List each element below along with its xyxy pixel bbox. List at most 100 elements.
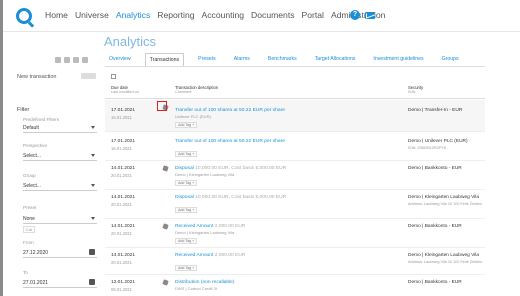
add-tag-button[interactable]: Add Tag + [175, 122, 198, 128]
preset-select[interactable]: None [23, 215, 97, 224]
nav-documents[interactable]: Documents [251, 10, 294, 20]
help-icon[interactable]: ? [350, 10, 360, 20]
row-modified-date: 20.01.2021 [111, 260, 132, 265]
chevron-down-icon [91, 126, 95, 129]
tab-transactions[interactable]: Transactions [144, 52, 185, 66]
row-modified-date: 20.01.2021 [111, 202, 132, 207]
row-date: 14.01.2021 [111, 253, 136, 258]
perspective-value: Select... [23, 153, 42, 159]
row-security: Demo | Bankkonto - EUR [408, 224, 462, 229]
row-comment: Demo | Kleingarten Laubweg Vila [175, 172, 235, 177]
nav-portal[interactable]: Portal [302, 10, 324, 20]
filter-label-group: Group [23, 173, 36, 178]
tab-alarms[interactable]: Alarms [230, 53, 254, 65]
row-modified-date: 20.01.2021 [111, 173, 132, 178]
column-header-security[interactable]: Security ISIN [408, 85, 423, 94]
tag-icon[interactable] [162, 279, 169, 286]
nav-accounting[interactable]: Accounting [202, 10, 245, 20]
filter-title: Filter [17, 107, 30, 113]
row-description-link[interactable]: Transfer out of 100 shares at 50.22 EUR … [175, 108, 285, 113]
row-security: Demo | Bankkonto - EUR [408, 166, 462, 171]
from-date-input[interactable]: 27.12.2020 [23, 249, 97, 258]
tab-target-allocations[interactable]: Target Allocations [311, 53, 360, 65]
nav-analytics[interactable]: Analytics [116, 10, 150, 20]
filter-label-perspective: Perspective [23, 143, 48, 148]
row-description-link[interactable]: Received Amount 2,000.00 EUR [175, 253, 245, 258]
tabs-divider [105, 66, 485, 67]
main-menu: Home Universe Analytics Reporting Accoun… [45, 10, 385, 20]
chevron-down-icon [91, 184, 95, 187]
tab-presets[interactable]: Presets [194, 53, 220, 65]
top-navigation: Home Universe Analytics Reporting Accoun… [3, 0, 520, 32]
to-label: To [23, 270, 28, 275]
settings-icon[interactable] [82, 57, 88, 63]
row-isin: ISIN: GB00B10RZP78 [408, 146, 446, 150]
chevron-down-icon [91, 217, 95, 220]
row-date: 12.01.2021 [111, 280, 136, 285]
row-description-link[interactable]: Received Amount 2,000.00 EUR [175, 224, 245, 229]
row-date: 14.01.2021 [111, 166, 136, 171]
tag-icon[interactable] [162, 165, 169, 172]
tab-benchmarks[interactable]: Benchmarks [264, 53, 301, 65]
row-modified-date: 16.01.2021 [111, 146, 132, 151]
chevron-down-icon [91, 154, 95, 157]
row-modified-date: 20.01.2021 [111, 231, 132, 236]
page-title: Analytics [104, 34, 157, 49]
predefined-filter-value: Default [23, 125, 39, 131]
grid-view-icon[interactable] [55, 57, 61, 63]
row-description-link[interactable]: Distribution (non recallable) [175, 280, 235, 285]
row-description-link[interactable]: Disposal 10,000.00 EUR, Cost basis 5,000… [175, 166, 286, 171]
add-tag-button[interactable]: Add Tag + [175, 151, 198, 157]
app-logo-icon[interactable] [16, 8, 32, 24]
add-tag-button[interactable]: Add Tag + [175, 207, 198, 213]
table-row[interactable]: 14.01.2021 20.01.2021 Received Amount 2,… [105, 220, 485, 248]
nav-universe[interactable]: Universe [75, 10, 109, 20]
from-date-value: 27.12.2020 [23, 250, 49, 256]
table-row[interactable]: 14.01.2021 20.01.2021 Disposal 10,000.00… [105, 191, 485, 219]
column-header-date[interactable]: Due date Last modified on [111, 85, 139, 94]
table-row[interactable]: 17.01.2021 16.01.2021 Transfer out of 10… [105, 133, 485, 161]
group-select[interactable]: Select... [23, 182, 97, 191]
print-icon[interactable] [64, 57, 70, 63]
row-security: Demo | Kleingarten Laubweg Vila [408, 195, 480, 200]
export-icon[interactable] [73, 57, 79, 63]
mail-icon[interactable] [365, 12, 375, 19]
new-transaction-label[interactable]: New transaction [17, 74, 56, 80]
filter-label-preset: Preset [23, 205, 37, 210]
row-description-link[interactable]: Disposal 10,000.00 EUR, Cost basis 5,000… [175, 195, 286, 200]
calendar-icon[interactable] [89, 249, 95, 255]
preset-tag[interactable]: Cal [23, 226, 36, 233]
add-tag-button[interactable]: Add Tag + [175, 265, 198, 271]
table-row[interactable]: 12.01.2021 06.01.2021 Distribution (non … [105, 276, 485, 296]
add-tag-button[interactable]: Add Tag + [175, 180, 198, 186]
tag-icon[interactable] [162, 223, 169, 230]
to-date-input[interactable]: 27.01.2021 [23, 279, 97, 288]
table-header-divider [105, 98, 485, 99]
nav-home[interactable]: Home [45, 10, 68, 20]
row-security: Demo | Transfer-In - EUR [408, 108, 463, 113]
analytics-tabs: Overview Transactions Presets Alarms Ben… [105, 52, 463, 66]
row-date: 14.01.2021 [111, 224, 136, 229]
predefined-filter-select[interactable]: Default [23, 124, 97, 133]
tab-groups[interactable]: Groups [438, 53, 463, 65]
add-tag-button[interactable]: Add Tag + [175, 238, 198, 244]
table-row[interactable]: 14.01.2021 20.01.2021 Received Amount 2,… [105, 249, 485, 275]
app-window: Home Universe Analytics Reporting Accoun… [0, 0, 520, 296]
new-transaction-button[interactable] [81, 73, 96, 79]
tab-overview[interactable]: Overview [105, 53, 135, 65]
row-comment: DWS | Carbon Credit 3I [175, 286, 217, 291]
filter-label-predefined: Predefined Filters [23, 117, 60, 122]
tab-investment-guidelines[interactable]: Investment guidelines [369, 53, 427, 65]
from-label: From [23, 240, 34, 245]
row-date: 14.01.2021 [111, 195, 136, 200]
select-all-checkbox[interactable] [111, 74, 116, 79]
nav-reporting[interactable]: Reporting [157, 10, 194, 20]
group-value: Select... [23, 183, 42, 189]
row-comment: Unilever PLC (EUR) [175, 114, 211, 119]
perspective-select[interactable]: Select... [23, 152, 97, 161]
row-description-link[interactable]: Transfer out of 100 shares at 50.22 EUR … [175, 139, 285, 144]
table-row[interactable]: 14.01.2021 20.01.2021 Disposal 10,000.00… [105, 162, 485, 190]
calendar-icon[interactable] [89, 279, 95, 285]
column-header-description[interactable]: Transaction description Comment [175, 85, 218, 94]
sidebar: New transaction Filter Predefined Filter… [3, 52, 101, 296]
